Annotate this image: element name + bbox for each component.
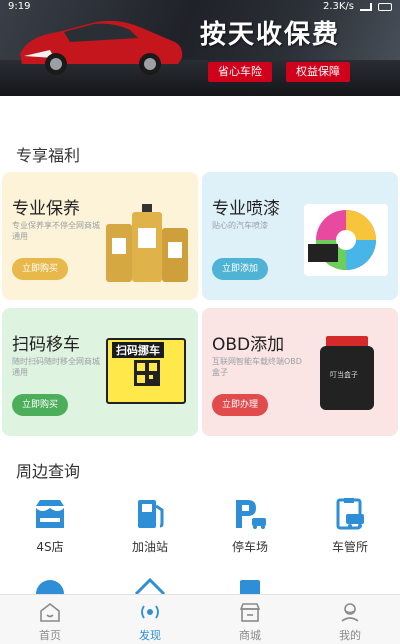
nearby-vehicle-office[interactable]: 车管所	[300, 496, 400, 556]
profile-icon	[341, 603, 359, 622]
obd-card[interactable]: OBD添加 互联网智能车载终端OBD盒子 立即办理 叮当盒子	[202, 308, 398, 436]
nearby-section-title: 周边查询	[16, 462, 81, 481]
card-desc: 互联网智能车载终端OBD盒子	[212, 357, 302, 377]
status-bar: 9:19 2.3K/s	[0, 0, 400, 14]
nearby-4s-store[interactable]: 4S店	[0, 496, 100, 556]
signal-icon	[360, 2, 372, 11]
nearby-label: 加油站	[131, 540, 168, 554]
tab-label: 商城	[239, 629, 261, 642]
vehicle-office-icon	[336, 498, 364, 530]
scan-move-card[interactable]: 扫码移车 随时扫码随时移全网商城通用 立即购买 扫码挪车	[2, 308, 198, 436]
sticker-title: 扫码挪车	[112, 342, 164, 358]
partial-row-icon[interactable]	[232, 576, 268, 596]
qr-code-icon	[134, 360, 160, 386]
nearby-label: 停车场	[231, 540, 268, 554]
welfare-section-title: 专享福利	[16, 146, 81, 165]
fuel-pump-icon	[138, 500, 164, 528]
app-page: 9:19 2.3K/s 按天收保费 省心车险 权益保障 专享福利 专业保养 专业…	[0, 0, 400, 644]
network-speed: 2.3K/s	[322, 1, 354, 12]
move-car-sticker: 扫码挪车	[106, 338, 186, 404]
tab-home[interactable]: 首页	[0, 595, 100, 644]
bottom-tab-bar: 首页 发现 商城 我的	[0, 594, 400, 644]
nearby-label: 4S店	[36, 540, 64, 554]
card-desc: 专业保养享不停全网商城通用	[12, 221, 100, 241]
red-car-image	[20, 20, 183, 75]
banner-tag-rights: 权益保障	[286, 62, 350, 82]
apply-now-button[interactable]: 立即办理	[212, 394, 269, 416]
store-icon	[239, 603, 261, 622]
nearby-label: 车管所	[331, 540, 368, 554]
nearby-gas-station[interactable]: 加油站	[100, 496, 200, 556]
discover-icon	[141, 605, 159, 619]
card-title: 专业喷漆	[212, 199, 280, 219]
paint-wheel-icon	[308, 210, 376, 270]
card-title: OBD添加	[212, 335, 285, 355]
engine-oil-image	[106, 204, 188, 282]
card-title: 扫码移车	[12, 335, 80, 355]
maintenance-card[interactable]: 专业保养 专业保养享不停全网商城通用 立即购买	[2, 172, 198, 300]
tab-store[interactable]: 商城	[200, 595, 300, 644]
device-label: 叮当盒子	[330, 371, 358, 379]
status-right: 2.3K/s	[323, 1, 392, 12]
home-icon	[40, 602, 60, 622]
tab-label: 发现	[139, 629, 161, 642]
tab-label: 我的	[339, 629, 361, 642]
paint-card[interactable]: 专业喷漆 贴心的汽车喷漆 立即添加	[202, 172, 398, 300]
tab-label: 首页	[39, 629, 61, 642]
parking-icon	[236, 500, 266, 529]
wheel-image-frame	[304, 204, 388, 276]
add-now-button[interactable]: 立即添加	[212, 258, 269, 280]
partial-row-icon[interactable]	[32, 576, 68, 596]
banner-headline: 按天收保费	[200, 20, 341, 50]
shop-icon	[36, 500, 64, 528]
partial-row-icon[interactable]	[132, 576, 168, 596]
buy-now-button[interactable]: 立即购买	[12, 394, 69, 416]
card-desc: 随时扫码随时移全网商城通用	[12, 357, 100, 377]
tab-profile[interactable]: 我的	[300, 595, 400, 644]
card-title: 专业保养	[12, 199, 80, 219]
nearby-parking[interactable]: 停车场	[200, 496, 300, 556]
status-time: 9:19	[8, 1, 31, 12]
battery-icon	[378, 2, 392, 11]
insurance-banner[interactable]: 9:19 2.3K/s 按天收保费 省心车险 权益保障	[0, 0, 400, 96]
tab-discover[interactable]: 发现	[100, 595, 200, 644]
banner-tag-worry-free: 省心车险	[208, 62, 272, 82]
card-desc: 贴心的汽车喷漆	[212, 221, 268, 230]
buy-now-button[interactable]: 立即购买	[12, 258, 69, 280]
